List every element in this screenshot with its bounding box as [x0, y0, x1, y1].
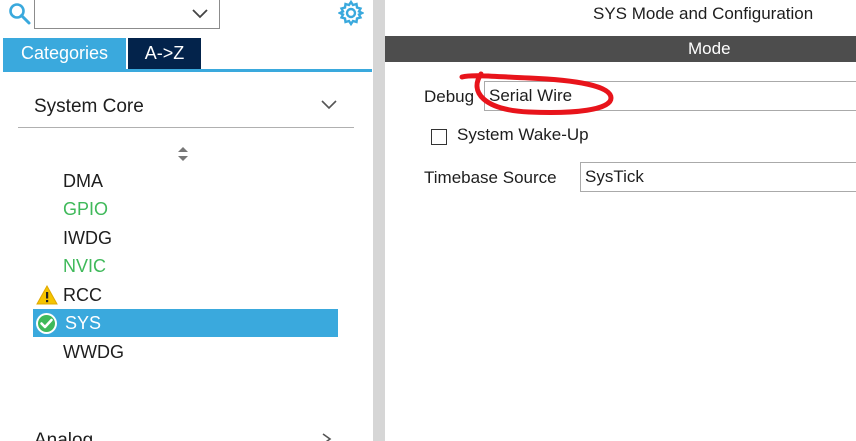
component-sidebar: Categories A->Z System Core DMA GPIO IWD… [0, 0, 372, 441]
list-item-label: DMA [63, 171, 103, 191]
search-input[interactable] [34, 0, 220, 29]
tab-categories[interactable]: Categories [3, 38, 126, 69]
sort-icon[interactable] [176, 145, 190, 163]
list-item-label: WWDG [63, 342, 124, 362]
list-item-label: NVIC [63, 256, 107, 276]
tab-a-to-z[interactable]: A->Z [128, 38, 201, 69]
app-window: Categories A->Z System Core DMA GPIO IWD… [0, 0, 856, 441]
system-wakeup-label: System Wake-Up [457, 125, 589, 144]
list-item-gpio[interactable]: GPIO [33, 195, 338, 223]
configuration-panel: SYS Mode and Configuration Mode Debug Se… [385, 0, 856, 441]
check-icon [36, 313, 57, 334]
list-item-label: SYS [65, 313, 102, 333]
list-item-wwdg[interactable]: WWDG [33, 338, 338, 366]
list-item-iwdg[interactable]: IWDG [33, 224, 338, 252]
gear-icon[interactable] [338, 0, 364, 26]
search-icon[interactable] [8, 2, 32, 26]
timebase-source-label: Timebase Source [424, 168, 557, 187]
mode-header-label: Mode [688, 39, 731, 58]
list-item-sys[interactable]: SYS [33, 309, 338, 337]
list-item-label: RCC [63, 285, 102, 305]
list-item-nvic[interactable]: NVIC [33, 252, 338, 280]
list-item-label: GPIO [63, 199, 109, 219]
system-wakeup-checkbox[interactable] [431, 129, 447, 145]
page-title: SYS Mode and Configuration [593, 4, 814, 23]
list-item-label: IWDG [63, 228, 112, 248]
list-item-rcc[interactable]: RCC [33, 281, 338, 309]
tab-underline [3, 69, 372, 72]
debug-select[interactable]: Serial Wire [484, 81, 856, 111]
warning-icon [36, 285, 58, 305]
debug-label: Debug [424, 87, 475, 106]
category-label: System Core [34, 96, 144, 117]
category-header-system-core[interactable]: System Core [18, 86, 354, 128]
timebase-source-select[interactable]: SysTick [580, 162, 856, 192]
chevron-down-icon[interactable] [191, 6, 209, 20]
chevron-down-icon[interactable] [320, 97, 338, 111]
chevron-right-icon[interactable] [318, 432, 336, 441]
list-item-dma[interactable]: DMA [33, 167, 338, 195]
panel-splitter[interactable] [373, 0, 385, 441]
category-header-analog[interactable]: Analog [34, 430, 93, 441]
mode-section-header[interactable]: Mode [385, 36, 856, 62]
